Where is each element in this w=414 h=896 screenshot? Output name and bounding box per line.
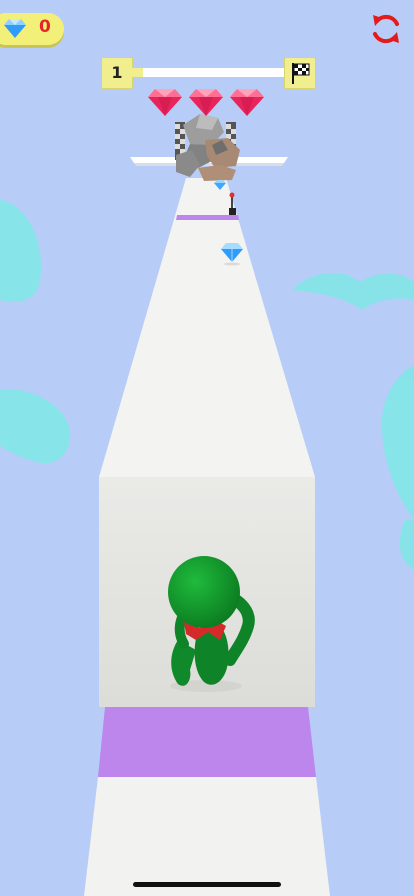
restart-icon[interactable] — [369, 12, 403, 46]
bonus-rubies — [148, 88, 268, 118]
gem-counter: 0 — [0, 13, 64, 45]
running-track — [84, 178, 330, 896]
progress-track — [131, 68, 285, 77]
checkered-flag-icon — [292, 63, 310, 84]
level-progress: 1 — [101, 57, 316, 89]
ruby-icon — [230, 89, 264, 116]
gem-count: 0 — [39, 17, 51, 37]
track-stripe — [176, 215, 239, 220]
track-stripe — [98, 707, 316, 777]
ruby-icon — [148, 89, 182, 116]
finish-flag — [284, 57, 316, 89]
progress-fill — [131, 68, 144, 77]
game-scene — [0, 114, 414, 896]
ruby-icon — [189, 89, 223, 116]
current-level: 1 — [101, 57, 133, 89]
diamond-icon — [4, 19, 26, 38]
home-indicator[interactable] — [133, 882, 281, 887]
